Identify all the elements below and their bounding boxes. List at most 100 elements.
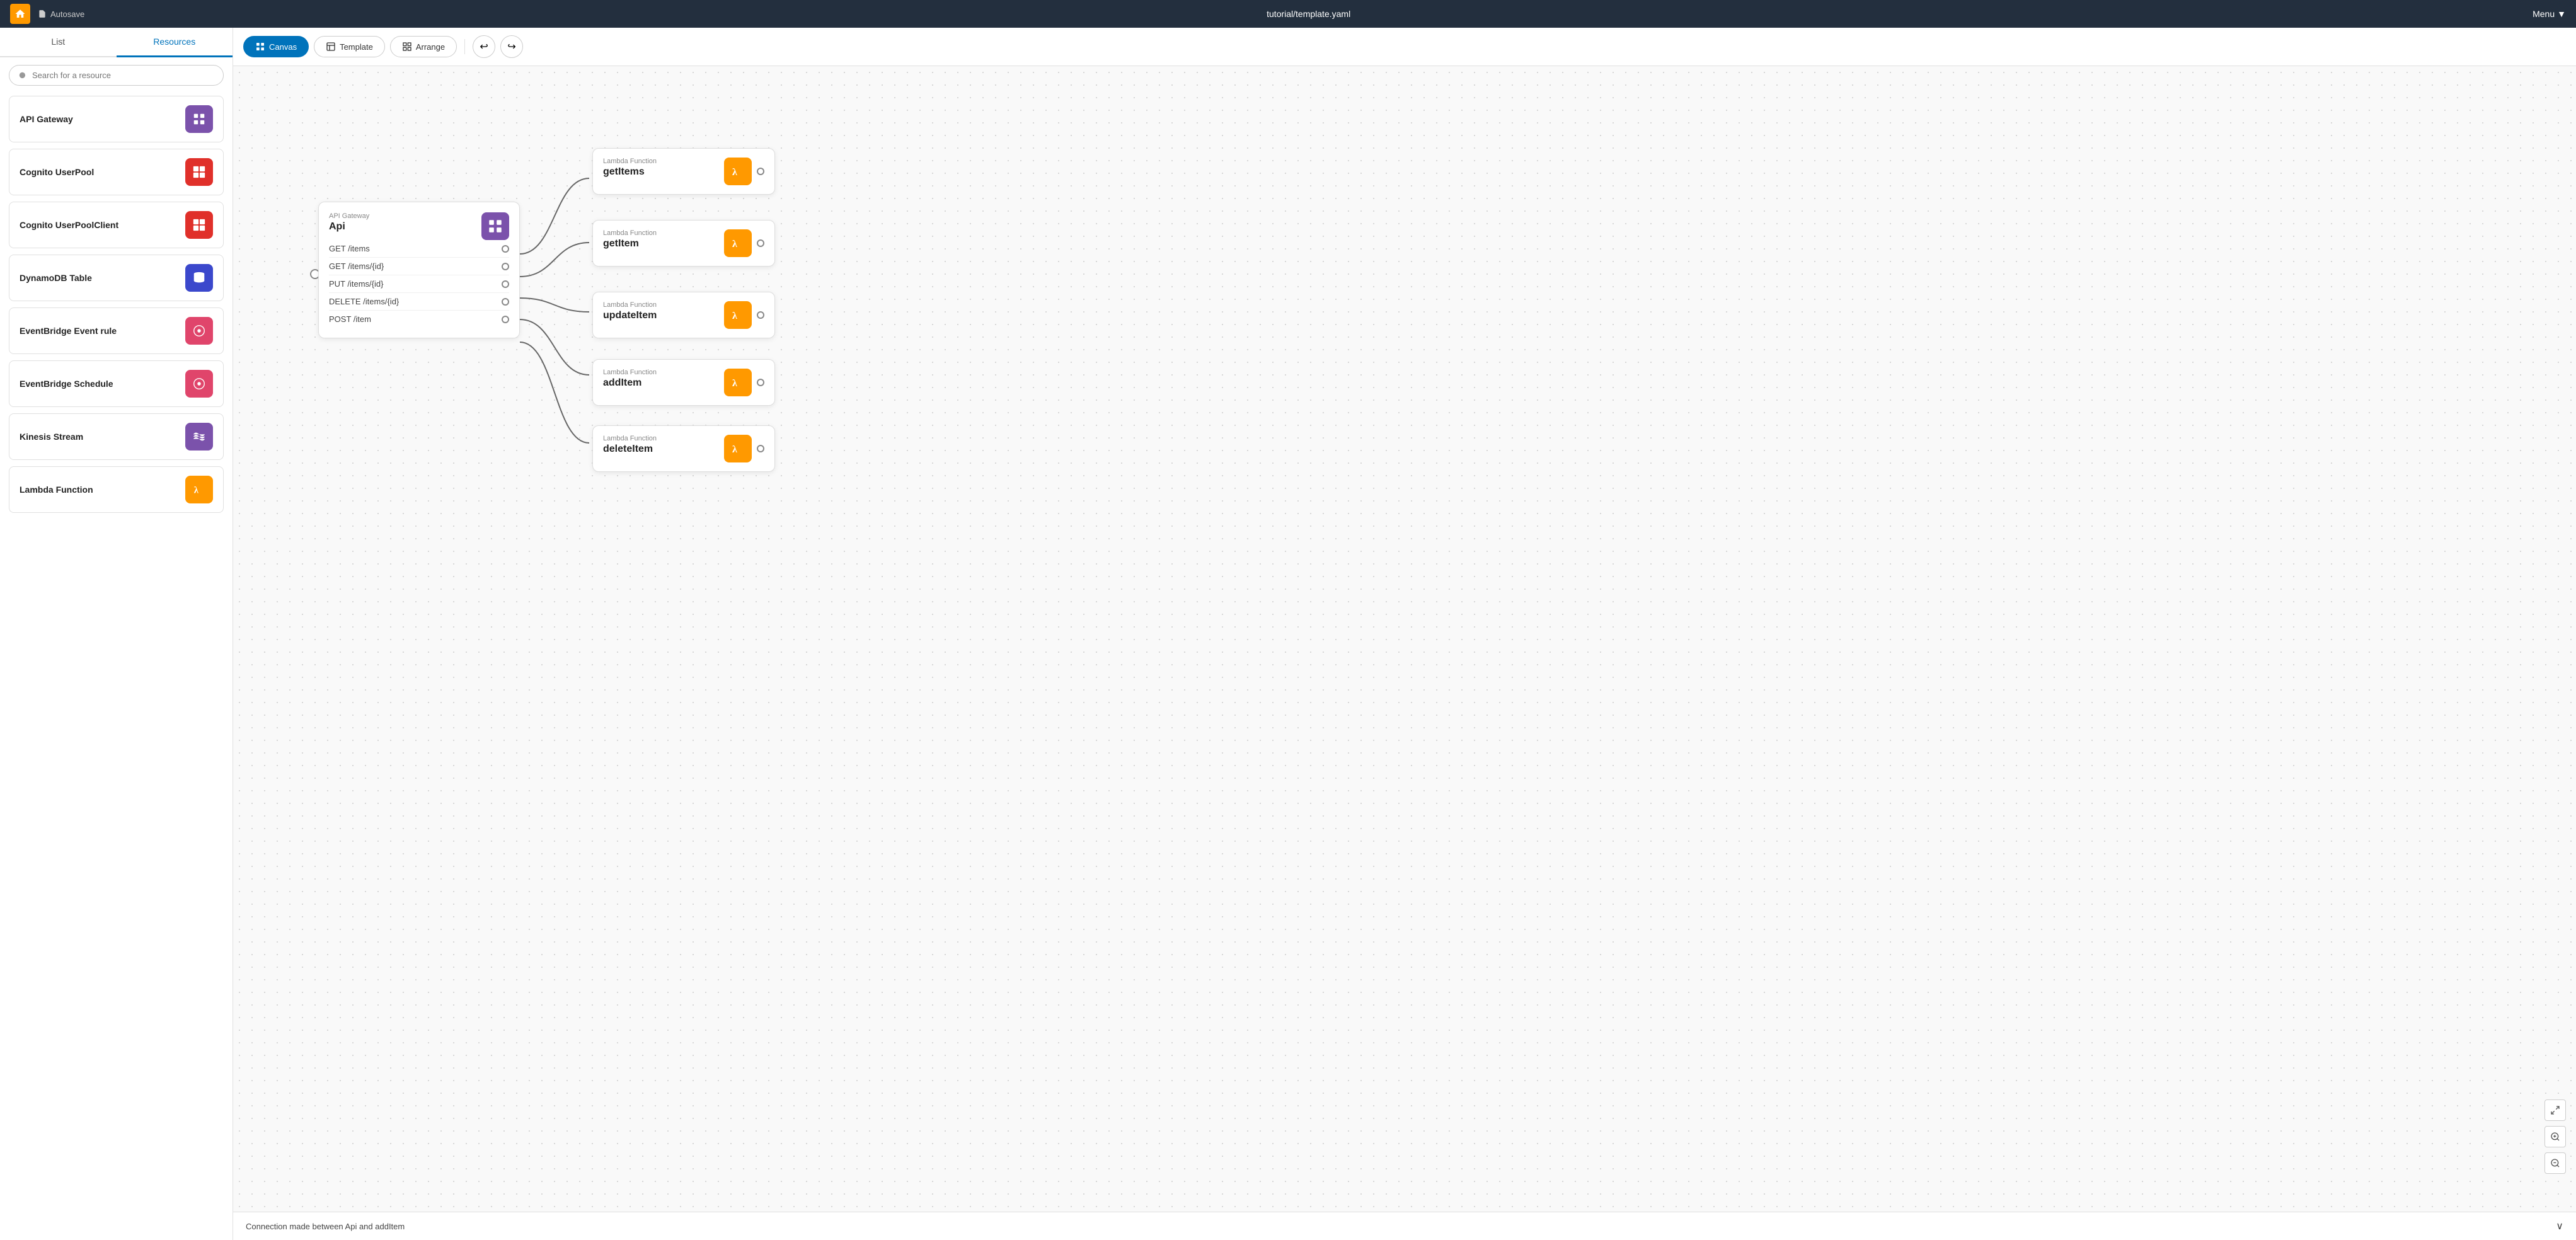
topbar: Autosave tutorial/template.yaml Menu ▼ — [0, 0, 2576, 28]
resource-item-kinesis[interactable]: Kinesis Stream — [9, 413, 224, 460]
zoom-out-icon — [2550, 1158, 2560, 1168]
toolbar: Canvas Template Arrange ↩ ↪ — [233, 28, 2576, 66]
lambda-node-getitems[interactable]: Lambda Function getItems λ — [592, 148, 775, 195]
autosave-indicator: Autosave — [38, 9, 84, 19]
lambda-icon-badge: λ — [724, 229, 752, 257]
route-post-item: POST /item — [329, 311, 509, 328]
resource-list: API Gateway Cognito UserPool Cognito Use… — [0, 93, 233, 522]
resource-item-api-gateway[interactable]: API Gateway — [9, 96, 224, 142]
route-dot — [502, 245, 509, 253]
lambda-name: updateItem — [603, 310, 657, 321]
resource-name: Kinesis Stream — [20, 432, 83, 442]
lambda-node-deleteitem[interactable]: Lambda Function deleteItem λ — [592, 425, 775, 472]
resource-item-eventbridge-rule[interactable]: EventBridge Event rule — [9, 307, 224, 354]
content-area: Canvas Template Arrange ↩ ↪ — [233, 28, 2576, 1240]
zoom-out-button[interactable] — [2544, 1152, 2566, 1174]
toolbar-separator — [464, 39, 465, 54]
route-get-items-id: GET /items/{id} — [329, 258, 509, 275]
svg-text:λ: λ — [732, 378, 737, 389]
lambda-type: Lambda Function — [603, 301, 657, 309]
arrange-button[interactable]: Arrange — [390, 36, 457, 57]
resource-item-cognito-userpool[interactable]: Cognito UserPool — [9, 149, 224, 195]
route-dot — [502, 263, 509, 270]
search-icon — [18, 71, 27, 80]
tab-list[interactable]: List — [0, 28, 117, 56]
route-put-items-id: PUT /items/{id} — [329, 275, 509, 293]
resource-item-eventbridge-schedule[interactable]: EventBridge Schedule — [9, 360, 224, 407]
lambda-name: getItems — [603, 166, 657, 178]
resource-item-lambda[interactable]: Lambda Function λ — [9, 466, 224, 513]
lambda-icon-badge: λ — [724, 435, 752, 462]
resource-name: API Gateway — [20, 114, 73, 124]
lambda-icon-badge: λ — [724, 369, 752, 396]
canvas-background — [233, 66, 2576, 1212]
api-gateway-badge — [481, 212, 509, 240]
sidebar: List Resources API Gateway Cognito UserP… — [0, 28, 233, 1240]
status-message: Connection made between Api and addItem — [246, 1222, 405, 1231]
resource-item-dynamodb[interactable]: DynamoDB Table — [9, 255, 224, 301]
fullscreen-button[interactable] — [2544, 1099, 2566, 1121]
home-button[interactable] — [10, 4, 30, 24]
cognito-userpoolclient-icon — [185, 211, 213, 239]
eventbridge-schedule-icon — [185, 370, 213, 398]
dynamodb-icon — [185, 264, 213, 292]
lambda-type: Lambda Function — [603, 158, 657, 165]
search-input[interactable] — [32, 71, 214, 80]
search-box — [9, 65, 224, 86]
canvas-label: Canvas — [269, 42, 297, 52]
resource-item-cognito-userpoolclient[interactable]: Cognito UserPoolClient — [9, 202, 224, 248]
lambda-node-getitem[interactable]: Lambda Function getItem λ — [592, 220, 775, 267]
template-label: Template — [340, 42, 373, 52]
api-gateway-icon — [185, 105, 213, 133]
fullscreen-icon — [2550, 1105, 2560, 1115]
undo-button[interactable]: ↩ — [473, 35, 495, 58]
canvas-icon — [255, 42, 265, 52]
svg-text:λ: λ — [732, 444, 737, 455]
arrange-label: Arrange — [416, 42, 445, 52]
page-title: tutorial/template.yaml — [1267, 9, 1350, 19]
canvas-controls — [2544, 1099, 2566, 1174]
route-get-items: GET /items — [329, 240, 509, 258]
lambda-name: getItem — [603, 238, 657, 250]
menu-button[interactable]: Menu ▼ — [2533, 9, 2566, 19]
tab-resources[interactable]: Resources — [117, 28, 233, 57]
autosave-label: Autosave — [50, 9, 84, 19]
template-icon — [326, 42, 336, 52]
lambda-type: Lambda Function — [603, 229, 657, 237]
cognito-userpool-icon — [185, 158, 213, 186]
kinesis-icon — [185, 423, 213, 451]
svg-text:λ: λ — [732, 239, 737, 250]
canvas[interactable]: API Gateway Api GET /items GET /items/{i… — [233, 66, 2576, 1212]
lambda-output-dot — [757, 445, 764, 452]
zoom-in-button[interactable] — [2544, 1126, 2566, 1147]
lambda-node-additem[interactable]: Lambda Function addItem λ — [592, 359, 775, 406]
lambda-output-dot — [757, 239, 764, 247]
topbar-left: Autosave — [10, 4, 84, 24]
resource-name: Cognito UserPoolClient — [20, 220, 118, 230]
redo-button[interactable]: ↪ — [500, 35, 523, 58]
resource-name: DynamoDB Table — [20, 273, 92, 283]
route-dot — [502, 316, 509, 323]
lambda-output-dot — [757, 311, 764, 319]
main-layout: List Resources API Gateway Cognito UserP… — [0, 28, 2576, 1240]
template-button[interactable]: Template — [314, 36, 385, 57]
lambda-type: Lambda Function — [603, 435, 657, 442]
api-gateway-node[interactable]: API Gateway Api GET /items GET /items/{i… — [318, 202, 520, 338]
canvas-button[interactable]: Canvas — [243, 36, 309, 57]
lambda-name: addItem — [603, 377, 657, 389]
resource-name: Cognito UserPool — [20, 167, 94, 177]
lambda-icon: λ — [185, 476, 213, 503]
lambda-output-dot — [757, 379, 764, 386]
lambda-name: deleteItem — [603, 444, 657, 455]
svg-text:λ: λ — [732, 311, 737, 321]
lambda-icon-badge: λ — [724, 301, 752, 329]
lambda-type: Lambda Function — [603, 369, 657, 376]
resource-name: EventBridge Schedule — [20, 379, 113, 389]
svg-text:λ: λ — [732, 167, 737, 178]
bottom-bar: Connection made between Api and addItem … — [233, 1212, 2576, 1240]
chevron-down-icon[interactable]: ∨ — [2556, 1220, 2563, 1232]
lambda-node-updateitem[interactable]: Lambda Function updateItem λ — [592, 292, 775, 338]
svg-text:λ: λ — [194, 486, 199, 496]
arrange-icon — [402, 42, 412, 52]
api-routes: GET /items GET /items/{id} PUT /items/{i… — [329, 240, 509, 328]
